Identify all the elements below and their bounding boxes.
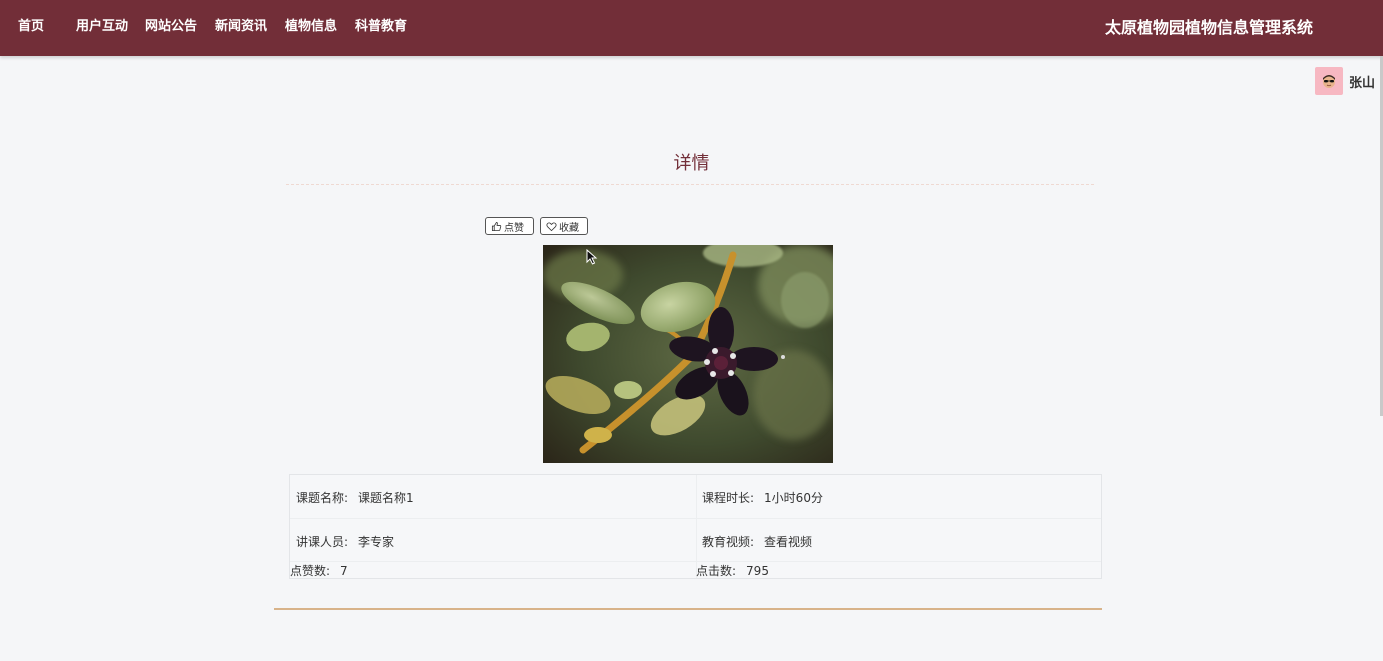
- likes-label: 点赞数:: [290, 564, 331, 578]
- like-button-label: 点赞: [504, 222, 524, 234]
- duration-value: 1小时60分: [764, 491, 823, 505]
- topic-cell: 课题名称: 课题名称1: [296, 490, 414, 506]
- favorite-button[interactable]: 收藏: [540, 217, 588, 235]
- title-divider: [286, 184, 1094, 185]
- topic-label: 课题名称:: [296, 491, 349, 505]
- lecturer-label: 讲课人员:: [296, 535, 349, 549]
- clicks-label: 点击数:: [696, 564, 737, 578]
- likes-cell: 点赞数: 7: [290, 563, 348, 579]
- top-navigation-bar: 首页 用户互动 网站公告 新闻资讯 植物信息 科普教育 太原植物园植物信息管理系…: [0, 0, 1383, 56]
- avatar-face-icon: [1322, 75, 1335, 88]
- view-video-link[interactable]: 查看视频: [764, 535, 812, 549]
- row-divider: [290, 518, 1101, 519]
- nav-item-science-education[interactable]: 科普教育: [355, 18, 407, 36]
- clicks-value: 795: [746, 564, 769, 578]
- user-menu[interactable]: 张山: [1314, 67, 1375, 95]
- mouse-cursor-icon: [586, 249, 598, 265]
- video-cell: 教育视频: 查看视频: [702, 534, 812, 550]
- nav-item-announcements[interactable]: 网站公告: [145, 18, 197, 36]
- topic-value: 课题名称1: [358, 491, 414, 505]
- avatar[interactable]: [1314, 67, 1343, 95]
- bottom-divider: [274, 608, 1102, 610]
- heart-icon: [546, 221, 557, 231]
- nav-item-news[interactable]: 新闻资讯: [215, 18, 267, 36]
- favorite-button-label: 收藏: [559, 222, 579, 234]
- video-label: 教育视频:: [702, 535, 755, 549]
- like-button[interactable]: 点赞: [485, 217, 534, 235]
- row-divider: [290, 561, 1101, 562]
- nav-item-user-interaction[interactable]: 用户互动: [76, 18, 128, 36]
- page-title: 详情: [673, 153, 710, 174]
- nav-item-plant-info[interactable]: 植物信息: [285, 18, 337, 36]
- username[interactable]: 张山: [1349, 72, 1375, 91]
- lecturer-value: 李专家: [358, 535, 395, 549]
- thumbs-up-icon: [491, 221, 502, 231]
- clicks-cell: 点击数: 795: [696, 563, 769, 579]
- lecturer-cell: 讲课人员: 李专家: [296, 534, 394, 550]
- plant-photo: [543, 245, 833, 463]
- nav-item-home[interactable]: 首页: [18, 18, 44, 36]
- likes-value: 7: [340, 564, 348, 578]
- duration-label: 课程时长:: [702, 491, 755, 505]
- course-info-table: 课题名称: 课题名称1 课程时长: 1小时60分 讲课人员: 李专家 教育视频: 查看视…: [289, 474, 1102, 579]
- duration-cell: 课程时长: 1小时60分: [702, 490, 823, 506]
- site-title: 太原植物园植物信息管理系统: [1104, 18, 1313, 37]
